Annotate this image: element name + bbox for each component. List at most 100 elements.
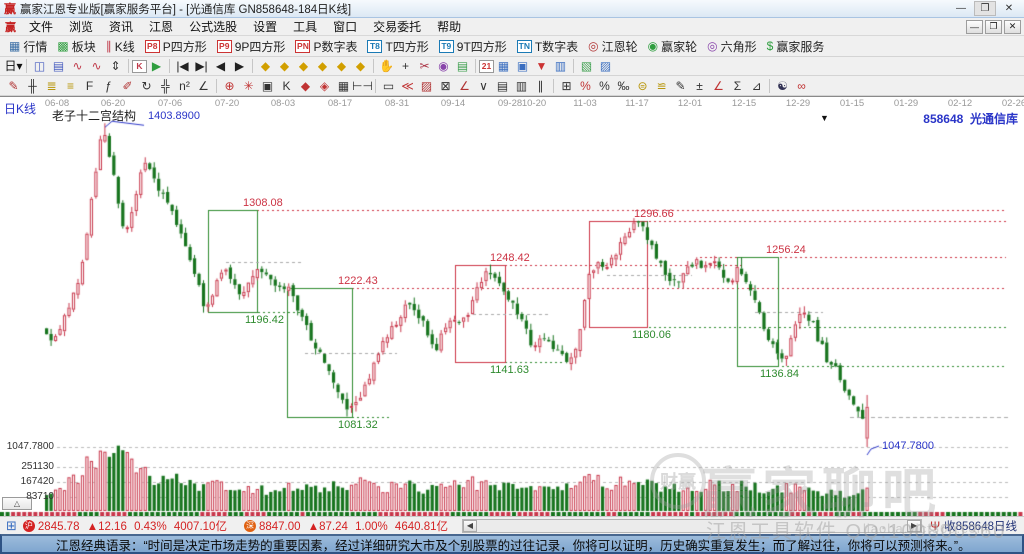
- period-selector[interactable]: 日▾: [4, 58, 23, 75]
- zigzag-tool[interactable]: ∨: [474, 77, 493, 94]
- price-box-tool[interactable]: ▣: [258, 77, 277, 94]
- ma-toggle-icon[interactable]: ∿: [68, 58, 87, 75]
- p9-square-button[interactable]: P9 9P四方形: [212, 36, 291, 56]
- percent-panel-tool[interactable]: ⊞: [557, 77, 576, 94]
- replay-icon[interactable]: ▶: [147, 58, 166, 75]
- parallel-channel-tool[interactable]: ∥: [531, 77, 550, 94]
- menu-item-8[interactable]: 交易委托: [365, 17, 429, 36]
- grid-box-tool[interactable]: ▦: [334, 77, 353, 94]
- vgrid-tool[interactable]: ▥: [512, 77, 531, 94]
- triangle-tool[interactable]: ⊿: [747, 77, 766, 94]
- t-digit-button[interactable]: TN T数字表: [512, 36, 583, 56]
- menu-item-0[interactable]: 文件: [21, 17, 61, 36]
- percent-retrace-tool[interactable]: %: [576, 77, 595, 94]
- last-bar-button[interactable]: ▶|: [192, 58, 211, 75]
- blocks-button[interactable]: ▩ 板块: [52, 36, 100, 56]
- sum-tool[interactable]: Σ: [728, 77, 747, 94]
- save-layout-icon[interactable]: ▣: [513, 58, 532, 75]
- diamond-grid-tool[interactable]: ◈: [315, 77, 334, 94]
- pen-tool[interactable]: ✎: [4, 77, 23, 94]
- menu-item-2[interactable]: 资讯: [101, 17, 141, 36]
- menu-item-7[interactable]: 窗口: [325, 17, 365, 36]
- infinity-icon[interactable]: ∞: [792, 77, 811, 94]
- hand-tool-icon[interactable]: ✋: [377, 58, 396, 75]
- gann-line-tool[interactable]: ╫: [23, 77, 42, 94]
- yinyang-icon[interactable]: ☯: [773, 77, 792, 94]
- menu-item-1[interactable]: 浏览: [61, 17, 101, 36]
- market-grid-icon[interactable]: ⊞: [6, 518, 17, 534]
- mdi-minimize-button[interactable]: —: [966, 19, 983, 34]
- winner-service-button[interactable]: $ 赢家服务: [762, 36, 830, 56]
- p-square-button[interactable]: P8 P四方形: [140, 36, 212, 56]
- compress-v-icon[interactable]: ◆: [351, 58, 370, 75]
- cards-icon[interactable]: ▤: [453, 58, 472, 75]
- crosshair-icon[interactable]: +: [396, 58, 415, 75]
- percent-tool[interactable]: %: [595, 77, 614, 94]
- t-square-button[interactable]: T8 T四方形: [362, 36, 433, 56]
- rect-select-tool[interactable]: ▭: [379, 77, 398, 94]
- trend-angle-tool[interactable]: ∠: [455, 77, 474, 94]
- next-bar-button[interactable]: ▶: [230, 58, 249, 75]
- width-measure-tool[interactable]: ⊢⊣: [352, 77, 373, 94]
- calculator-icon[interactable]: ▦: [494, 58, 513, 75]
- printer-icon[interactable]: ▥: [551, 58, 570, 75]
- calendar-icon[interactable]: 21: [479, 59, 494, 73]
- fibonacci-tool[interactable]: F: [80, 77, 99, 94]
- prev-bar-button[interactable]: ◀: [211, 58, 230, 75]
- close-button[interactable]: ✕: [998, 1, 1020, 16]
- first-bar-button[interactable]: |◀: [173, 58, 192, 75]
- marker-pen-tool[interactable]: ✐: [118, 77, 137, 94]
- menu-item-4[interactable]: 公式选股: [181, 17, 245, 36]
- star-burst-tool[interactable]: ✳: [239, 77, 258, 94]
- function-tool[interactable]: ƒ: [99, 77, 118, 94]
- time-grid-tool[interactable]: ╬: [156, 77, 175, 94]
- gann-fan-tool[interactable]: ≪: [398, 77, 417, 94]
- expand-h-icon[interactable]: ◆: [294, 58, 313, 75]
- quotes-button[interactable]: ▦ 行情: [4, 36, 52, 56]
- menu-item-9[interactable]: 帮助: [429, 17, 469, 36]
- hexagon-button[interactable]: ◎ 六角形: [702, 36, 762, 56]
- maximize-button[interactable]: ❐: [974, 1, 996, 16]
- crossed-box-tool[interactable]: ⊠: [436, 77, 455, 94]
- gann-wheel-button[interactable]: ◎ 江恩轮: [583, 36, 643, 56]
- golden-band-tool[interactable]: ≡: [61, 77, 80, 94]
- mdi-close-button[interactable]: ✕: [1004, 19, 1021, 34]
- menu-item-5[interactable]: 设置: [245, 17, 285, 36]
- diamond-tool[interactable]: ◆: [296, 77, 315, 94]
- note-pen-tool[interactable]: ✎: [671, 77, 690, 94]
- plus-minus-tool[interactable]: ±: [690, 77, 709, 94]
- angle-tool[interactable]: ∠: [194, 77, 213, 94]
- winner-wheel-button[interactable]: ◉ 赢家轮: [643, 36, 703, 56]
- kline-button[interactable]: ∥ K线: [101, 36, 140, 56]
- zoom-in-h-icon[interactable]: ◆: [256, 58, 275, 75]
- k-mark-tool[interactable]: K: [277, 77, 296, 94]
- golden-circle-tool[interactable]: ⊜: [633, 77, 652, 94]
- permille-tool[interactable]: ‰: [614, 77, 633, 94]
- t9-square-button[interactable]: T9 9T四方形: [434, 36, 512, 56]
- scroll-left-button[interactable]: ◀: [463, 519, 477, 532]
- minimize-button[interactable]: —: [950, 1, 972, 16]
- golden-section-tool[interactable]: ≣: [42, 77, 61, 94]
- compress-h-icon[interactable]: ◆: [313, 58, 332, 75]
- menu-item-3[interactable]: 江恩: [141, 17, 181, 36]
- indicator-toggle-icon[interactable]: ∿: [87, 58, 106, 75]
- gann-target-tool[interactable]: ⊕: [220, 77, 239, 94]
- download-icon[interactable]: ▼: [532, 58, 551, 75]
- magnifier-icon[interactable]: ◉: [434, 58, 453, 75]
- info-panel-icon[interactable]: ▤: [49, 58, 68, 75]
- cut-icon[interactable]: ✂: [415, 58, 434, 75]
- kline-style-icon[interactable]: K: [132, 59, 147, 73]
- square-of-nine-tool[interactable]: n²: [175, 77, 194, 94]
- p-digit-button[interactable]: PN P数字表: [290, 36, 362, 56]
- speed-angle-tool[interactable]: ∠: [709, 77, 728, 94]
- golden-parallel-tool[interactable]: ≌: [652, 77, 671, 94]
- mdi-restore-button[interactable]: ❐: [985, 19, 1002, 34]
- scale-toggle-icon[interactable]: ⇕: [106, 58, 125, 75]
- expand-v-icon[interactable]: ◆: [332, 58, 351, 75]
- cycle-tool[interactable]: ↻: [137, 77, 156, 94]
- export-icon[interactable]: ▨: [596, 58, 615, 75]
- zoom-out-h-icon[interactable]: ◆: [275, 58, 294, 75]
- menu-item-6[interactable]: 工具: [285, 17, 325, 36]
- shaded-rect-tool[interactable]: ▨: [417, 77, 436, 94]
- hgrid-tool[interactable]: ▤: [493, 77, 512, 94]
